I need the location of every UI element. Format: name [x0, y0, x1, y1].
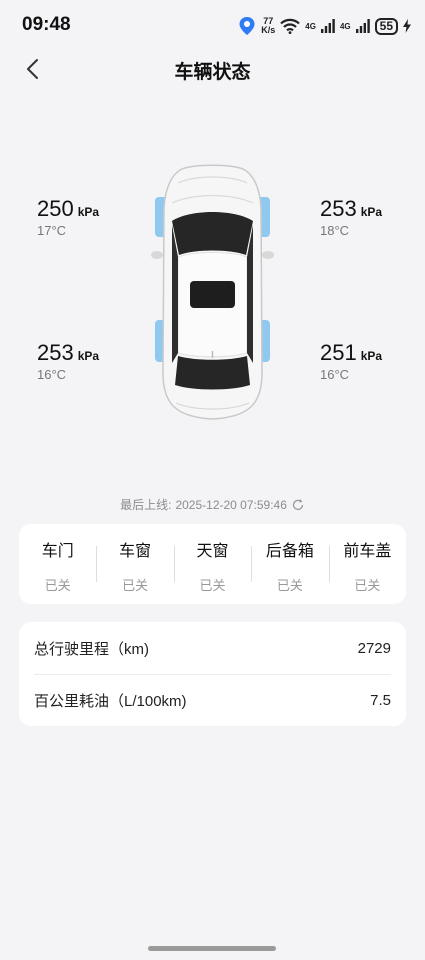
tire-front-left: 250 kPa 17°C — [37, 196, 99, 238]
tire-unit: kPa — [77, 205, 100, 219]
tire-front-right-temp: 18°C — [320, 223, 350, 238]
door-item-name: 前车盖 — [343, 542, 392, 560]
tire-rear-left-pressure: 253 — [37, 340, 74, 365]
door-item-doors: 车门 已关 — [19, 524, 96, 604]
door-item-name: 车门 — [41, 542, 74, 560]
last-online-label: 最后上线: — [120, 498, 172, 512]
home-indicator[interactable] — [148, 946, 276, 951]
status-time: 09:48 — [22, 14, 71, 35]
status-icons: 77 K/s 4G 4G 55 — [238, 14, 411, 38]
door-item-name: 天窗 — [196, 542, 229, 560]
tire-rear-left-temp: 16°C — [37, 367, 67, 382]
driving-stats-card: 总行驶里程（km) 2729 百公里耗油（L/100km) 7.5 — [19, 622, 406, 726]
tire-rear-left: 253 kPa 16°C — [37, 340, 99, 382]
stat-value: 2729 — [357, 639, 391, 657]
door-item-state: 已关 — [44, 577, 71, 593]
tire-rear-right-pressure: 251 — [320, 340, 357, 365]
car-top-view — [150, 163, 275, 423]
tire-rear-right-temp: 16°C — [320, 367, 350, 382]
last-online-value: 2025-12-20 07:59:46 — [175, 497, 287, 512]
tire-front-right-pressure: 253 — [320, 196, 357, 221]
signal-bars-icon — [320, 19, 335, 33]
tire-unit: kPa — [77, 349, 100, 363]
stat-row-fuel-consumption: 百公里耗油（L/100km) 7.5 — [34, 674, 391, 726]
tire-front-left-temp: 17°C — [37, 223, 67, 238]
sunroof — [190, 281, 235, 308]
signal-bars-icon-2 — [355, 19, 370, 33]
tire-unit: kPa — [360, 349, 383, 363]
net-speed-unit: K/s — [261, 25, 276, 35]
battery-level: 55 — [374, 17, 398, 35]
door-item-state: 已关 — [354, 577, 381, 593]
tire-front-right: 253 kPa 18°C — [320, 196, 382, 238]
net-type-1: 4G — [305, 21, 316, 31]
door-item-sunroof: 天窗 已关 — [173, 524, 251, 604]
stat-row-mileage: 总行驶里程（km) 2729 — [34, 622, 391, 674]
door-item-hood: 前车盖 已关 — [328, 524, 406, 604]
page-title: 车辆状态 — [174, 62, 251, 83]
door-item-state: 已关 — [199, 577, 226, 593]
car-illustration — [151, 164, 274, 420]
tire-rear-right: 251 kPa 16°C — [320, 340, 382, 382]
stat-label: 百公里耗油（L/100km) — [34, 693, 187, 710]
door-item-name: 后备箱 — [265, 542, 314, 560]
stat-label: 总行驶里程（km) — [34, 640, 149, 658]
door-status-card: 车门 已关 车窗 已关 天窗 已关 后备箱 已关 前车盖 已关 — [19, 524, 406, 604]
last-online: 最后上线: 2025-12-20 07:59:46 — [0, 496, 425, 513]
door-item-state: 已关 — [122, 577, 149, 593]
door-item-name: 车窗 — [119, 542, 152, 560]
stat-value: 7.5 — [370, 692, 391, 709]
charging-bolt-icon — [403, 19, 411, 33]
door-item-trunk: 后备箱 已关 — [251, 524, 328, 604]
tire-unit: kPa — [360, 205, 383, 219]
location-pin-icon — [239, 17, 255, 35]
refresh-icon[interactable] — [291, 498, 305, 512]
wifi-icon — [280, 18, 301, 34]
tire-front-left-pressure: 250 — [37, 196, 74, 221]
door-item-windows: 车窗 已关 — [96, 524, 173, 604]
status-bar: 09:48 77 K/s 4G 4G 55 — [0, 0, 425, 48]
door-item-state: 已关 — [276, 577, 303, 593]
net-speed: 77 K/s — [261, 17, 275, 35]
net-type-2: 4G — [339, 21, 351, 31]
